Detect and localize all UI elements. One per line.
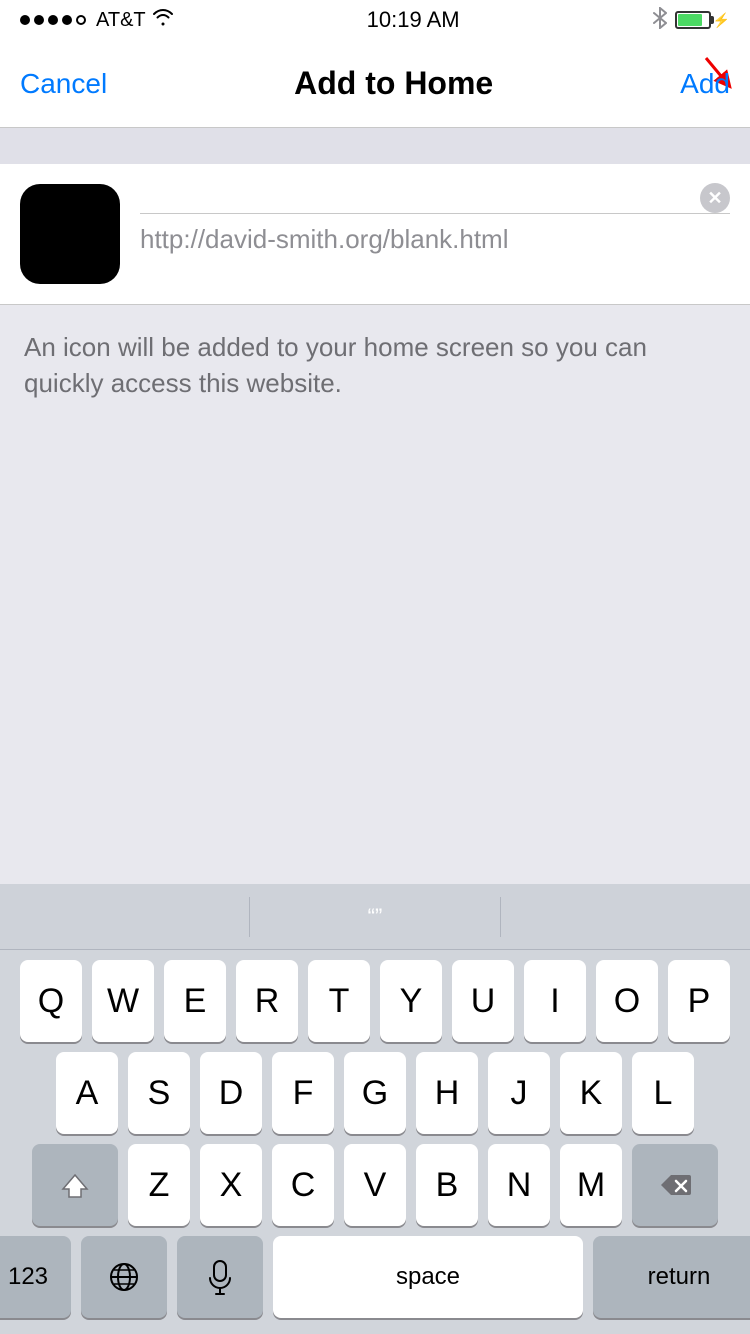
wifi-icon <box>152 8 174 32</box>
key-Z[interactable]: Z <box>128 1144 190 1226</box>
navigation-bar: Cancel Add to Home Add <box>0 40 750 128</box>
keyboard: “” Q W E R T Y U I O P A S D F G H J K <box>0 884 750 1334</box>
app-icon <box>20 184 120 284</box>
signal-dot-1 <box>20 15 30 25</box>
key-K[interactable]: K <box>560 1052 622 1134</box>
description-text: An icon will be added to your home scree… <box>24 329 726 402</box>
space-key[interactable]: space <box>273 1236 583 1318</box>
key-B[interactable]: B <box>416 1144 478 1226</box>
delete-key[interactable] <box>632 1144 718 1226</box>
key-R[interactable]: R <box>236 960 298 1042</box>
separator-top <box>0 128 750 164</box>
bluetooth-icon <box>653 7 667 34</box>
status-time: 10:19 AM <box>367 7 460 33</box>
charging-icon: ⚡ <box>713 12 730 29</box>
signal-dot-4 <box>62 15 72 25</box>
signal-dots <box>20 15 86 25</box>
url-input-area: ✕ <box>140 213 730 255</box>
num-key[interactable]: 123 <box>0 1236 71 1318</box>
add-button-wrapper: Add <box>680 68 730 100</box>
signal-dot-2 <box>34 15 44 25</box>
mic-key[interactable] <box>177 1236 263 1318</box>
battery-indicator: ⚡ <box>675 11 730 29</box>
key-V[interactable]: V <box>344 1144 406 1226</box>
key-Q[interactable]: Q <box>20 960 82 1042</box>
key-D[interactable]: D <box>200 1052 262 1134</box>
return-key[interactable]: return <box>593 1236 750 1318</box>
key-F[interactable]: F <box>272 1052 334 1134</box>
clear-button[interactable]: ✕ <box>700 183 730 213</box>
key-X[interactable]: X <box>200 1144 262 1226</box>
key-H[interactable]: H <box>416 1052 478 1134</box>
key-U[interactable]: U <box>452 960 514 1042</box>
key-L[interactable]: L <box>632 1052 694 1134</box>
key-E[interactable]: E <box>164 960 226 1042</box>
status-right: ⚡ <box>653 7 730 34</box>
key-row-2: A S D F G H J K L <box>6 1052 744 1134</box>
key-W[interactable]: W <box>92 960 154 1042</box>
suggestion-center[interactable]: “” <box>250 904 499 930</box>
status-left: AT&T <box>20 8 174 32</box>
signal-dot-3 <box>48 15 58 25</box>
key-M[interactable]: M <box>560 1144 622 1226</box>
key-C[interactable]: C <box>272 1144 334 1226</box>
key-G[interactable]: G <box>344 1052 406 1134</box>
key-row-1: Q W E R T Y U I O P <box>6 960 744 1042</box>
signal-dot-5 <box>76 15 86 25</box>
cancel-button[interactable]: Cancel <box>20 68 107 100</box>
keyboard-suggestions-bar: “” <box>0 884 750 950</box>
carrier-label: AT&T <box>96 9 146 32</box>
key-T[interactable]: T <box>308 960 370 1042</box>
key-row-3: Z X C V B N M <box>6 1144 744 1226</box>
url-row: ✕ <box>0 164 750 305</box>
nav-title: Add to Home <box>294 65 493 102</box>
shift-key[interactable] <box>32 1144 118 1226</box>
key-P[interactable]: P <box>668 960 730 1042</box>
suggestion-quotes: “” <box>368 904 383 929</box>
globe-key[interactable] <box>81 1236 167 1318</box>
key-A[interactable]: A <box>56 1052 118 1134</box>
key-O[interactable]: O <box>596 960 658 1042</box>
description-area: An icon will be added to your home scree… <box>0 305 750 645</box>
status-bar: AT&T 10:19 AM ⚡ <box>0 0 750 40</box>
suggestion-divider-2 <box>500 897 501 937</box>
key-row-4: 123 space return <box>6 1236 744 1318</box>
key-Y[interactable]: Y <box>380 960 442 1042</box>
keyboard-rows: Q W E R T Y U I O P A S D F G H J K L <box>0 950 750 1334</box>
url-input[interactable] <box>140 213 730 255</box>
add-button[interactable]: Add <box>680 68 730 100</box>
key-N[interactable]: N <box>488 1144 550 1226</box>
key-S[interactable]: S <box>128 1052 190 1134</box>
key-I[interactable]: I <box>524 960 586 1042</box>
key-J[interactable]: J <box>488 1052 550 1134</box>
